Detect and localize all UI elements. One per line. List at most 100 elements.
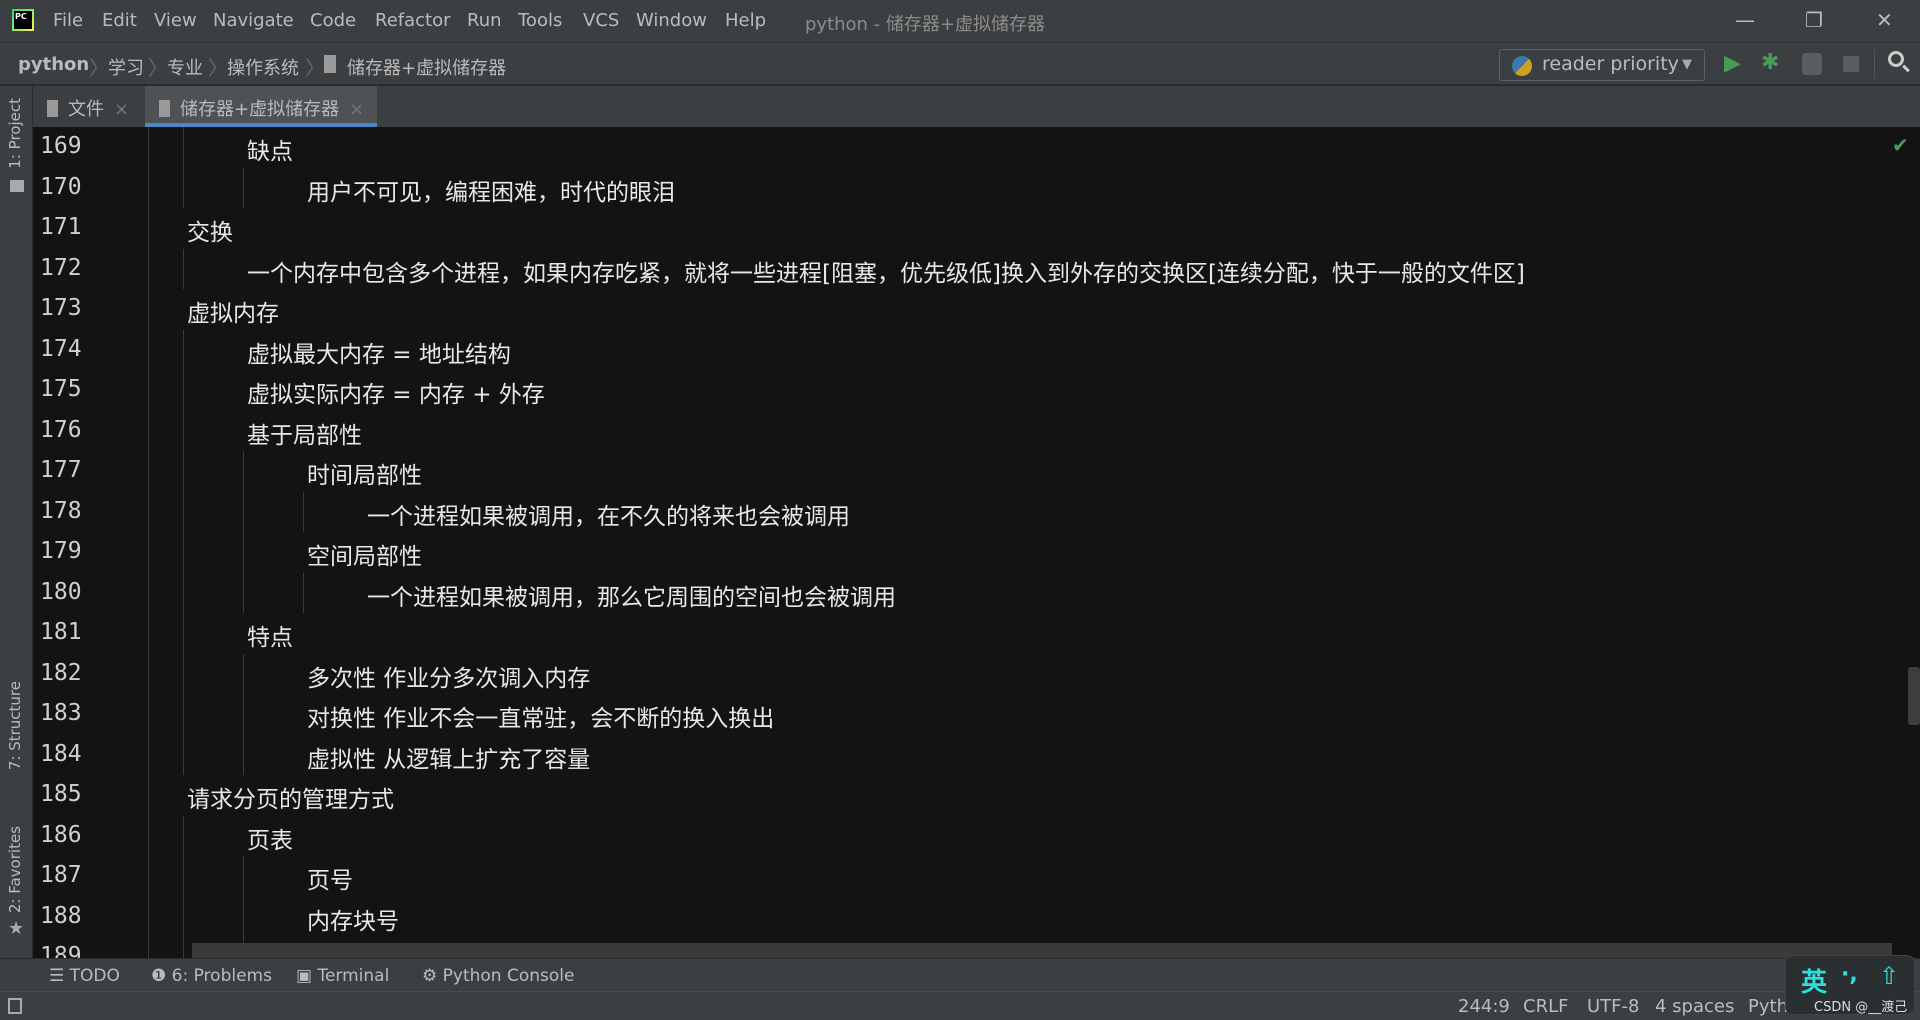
status-bar: 244:9 CRLF UTF-8 4 spaces Python 3.9 (2) xyxy=(0,992,1920,1020)
favorites-tool-button[interactable]: 2: Favorites xyxy=(6,826,24,913)
inspection-ok-icon[interactable]: ✔ xyxy=(1892,133,1909,157)
tab-files[interactable]: 文件 × xyxy=(33,86,143,127)
restore-button[interactable]: ❐ xyxy=(1805,8,1823,32)
run-config-label: reader priority xyxy=(1542,53,1679,75)
indent-guide xyxy=(183,653,184,694)
folder-icon xyxy=(10,180,24,192)
indent-guide xyxy=(183,248,184,289)
line-text: 一个进程如果被调用，在不久的将来也会被调用 xyxy=(367,503,850,530)
code-line[interactable]: 182 多次性 作业分多次调入内存 xyxy=(34,653,1914,694)
project-tool-button[interactable]: 1: Project xyxy=(6,98,24,169)
line-number: 172 xyxy=(40,254,82,281)
code-line[interactable]: 169 缺点 xyxy=(34,127,1914,168)
code-line[interactable]: 172 一个内存中包含多个进程，如果内存吃紧，就将一些进程[阻塞，优先级低]换入到… xyxy=(34,248,1914,289)
structure-tool-button[interactable]: 7: Structure xyxy=(6,681,24,770)
terminal-tool-button[interactable]: ▣ Terminal xyxy=(296,966,389,986)
indent-setting[interactable]: 4 spaces xyxy=(1655,996,1734,1017)
ime-widget[interactable]: 英 ·, ⇧ CSDN @__渡己 xyxy=(1785,955,1915,1015)
breadcrumb-separator: 〉 xyxy=(148,56,168,80)
window-title: python - 储存器+虚拟储存器 xyxy=(805,14,1045,35)
breadcrumb-item[interactable]: 学习 xyxy=(108,54,144,80)
line-text: 页号 xyxy=(307,868,353,894)
watermark: CSDN @__渡己 xyxy=(1814,1000,1908,1015)
line-text: 时间局部性 xyxy=(307,463,422,489)
menu-edit[interactable]: Edit xyxy=(102,10,137,31)
toggle-tool-windows-icon[interactable] xyxy=(8,998,22,1014)
line-number: 184 xyxy=(40,740,82,767)
file-encoding[interactable]: UTF-8 xyxy=(1587,996,1639,1017)
menu-run[interactable]: Run xyxy=(467,10,502,31)
code-line[interactable]: 185 请求分页的管理方式 xyxy=(34,775,1914,816)
play-icon[interactable]: ▶ xyxy=(1724,51,1741,76)
indent-guide xyxy=(183,734,184,775)
code-line[interactable]: 171 交换 xyxy=(34,208,1914,249)
coverage-icon[interactable] xyxy=(1802,53,1822,75)
menu-tools[interactable]: Tools xyxy=(518,10,562,31)
toolbar-divider xyxy=(1874,49,1875,79)
breadcrumb-file[interactable]: 储存器+虚拟储存器 xyxy=(347,54,506,80)
close-tab-icon[interactable]: × xyxy=(114,99,129,120)
menu-code[interactable]: Code xyxy=(310,10,356,31)
close-tab-icon[interactable]: × xyxy=(349,99,364,120)
code-line[interactable]: 184 虚拟性 从逻辑上扩充了容量 xyxy=(34,734,1914,775)
code-line[interactable]: 175 虚拟实际内存 = 内存 + 外存 xyxy=(34,370,1914,411)
code-line[interactable]: 178 一个进程如果被调用，在不久的将来也会被调用 xyxy=(34,491,1914,532)
tab-storage[interactable]: 储存器+虚拟储存器 × xyxy=(145,86,377,127)
menu-refactor[interactable]: Refactor xyxy=(375,10,451,31)
code-line[interactable]: 186 页表 xyxy=(34,815,1914,856)
line-number: 183 xyxy=(40,700,82,726)
breadcrumb-project[interactable]: python xyxy=(18,54,89,75)
menu-view[interactable]: View xyxy=(154,10,197,31)
indent-guide xyxy=(183,694,184,735)
indent-guide xyxy=(243,532,244,573)
indent-guide xyxy=(183,329,184,370)
search-icon[interactable] xyxy=(1888,51,1904,67)
breadcrumb-item[interactable]: 专业 xyxy=(167,54,203,80)
horizontal-scrollbar[interactable] xyxy=(192,943,1892,958)
menu-help[interactable]: Help xyxy=(725,10,766,31)
menu-vcs[interactable]: VCS xyxy=(583,10,619,31)
ime-punct: ·, xyxy=(1841,962,1858,987)
shirt-icon: ⇧ xyxy=(1879,962,1900,990)
code-editor[interactable]: 169 缺点 170 用户不可见，编程困难，时代的眼泪 171 交换 172 一个内存中包含多… xyxy=(34,127,1920,958)
python-icon xyxy=(1512,56,1532,76)
code-line[interactable]: 174 虚拟最大内存 = 地址结构 xyxy=(34,329,1914,370)
stop-icon[interactable] xyxy=(1843,56,1859,72)
line-number: 171 xyxy=(40,214,82,240)
code-line[interactable]: 170 用户不可见，编程困难，时代的眼泪 xyxy=(34,167,1914,208)
code-line[interactable]: 179 空间局部性 xyxy=(34,532,1914,573)
run-configuration-select[interactable]: reader priority ▼ xyxy=(1499,49,1705,81)
line-separator[interactable]: CRLF xyxy=(1523,996,1568,1017)
line-text: 虚拟性 从逻辑上扩充了容量 xyxy=(307,746,591,773)
caret-position[interactable]: 244:9 xyxy=(1458,996,1510,1017)
breadcrumb-item[interactable]: 操作系统 xyxy=(227,54,299,80)
code-line[interactable]: 180 一个进程如果被调用，那么它周围的空间也会被调用 xyxy=(34,572,1914,613)
star-icon: ★ xyxy=(8,918,25,939)
line-text: 一个内存中包含多个进程，如果内存吃紧，就将一些进程[阻塞，优先级低]换入到外存的… xyxy=(247,260,1525,287)
menu-window[interactable]: Window xyxy=(636,10,707,31)
indent-guide xyxy=(183,896,184,937)
code-line[interactable]: 187 页号 xyxy=(34,856,1914,897)
menu-navigate[interactable]: Navigate xyxy=(213,10,294,31)
close-button[interactable]: ✕ xyxy=(1876,8,1893,32)
indent-guide xyxy=(243,491,244,532)
chevron-down-icon: ▼ xyxy=(1682,57,1692,72)
code-line[interactable]: 177 时间局部性 xyxy=(34,451,1914,492)
menu-file[interactable]: File xyxy=(53,10,83,31)
code-line[interactable]: 188 内存块号 xyxy=(34,896,1914,937)
python-console-tool-button[interactable]: ⚙ Python Console xyxy=(422,966,574,986)
code-line[interactable]: 181 特点 xyxy=(34,613,1914,654)
indent-guide xyxy=(183,451,184,492)
code-line[interactable]: 176 基于局部性 xyxy=(34,410,1914,451)
indent-guide xyxy=(303,572,304,613)
code-line[interactable]: 173 虚拟内存 xyxy=(34,289,1914,330)
line-number: 186 xyxy=(40,821,82,848)
todo-tool-button[interactable]: ☰ TODO xyxy=(49,966,120,986)
minimize-button[interactable]: — xyxy=(1735,8,1755,32)
search-icon-handle xyxy=(1902,64,1910,73)
code-line[interactable]: 183 对换性 作业不会一直常驻，会不断的换入换出 xyxy=(34,694,1914,735)
problems-tool-button[interactable]: ❶ 6: Problems xyxy=(151,966,272,986)
line-number: 170 xyxy=(40,173,82,200)
bug-icon[interactable]: ✱ xyxy=(1761,50,1779,75)
vertical-scrollbar-thumb[interactable] xyxy=(1908,667,1920,725)
